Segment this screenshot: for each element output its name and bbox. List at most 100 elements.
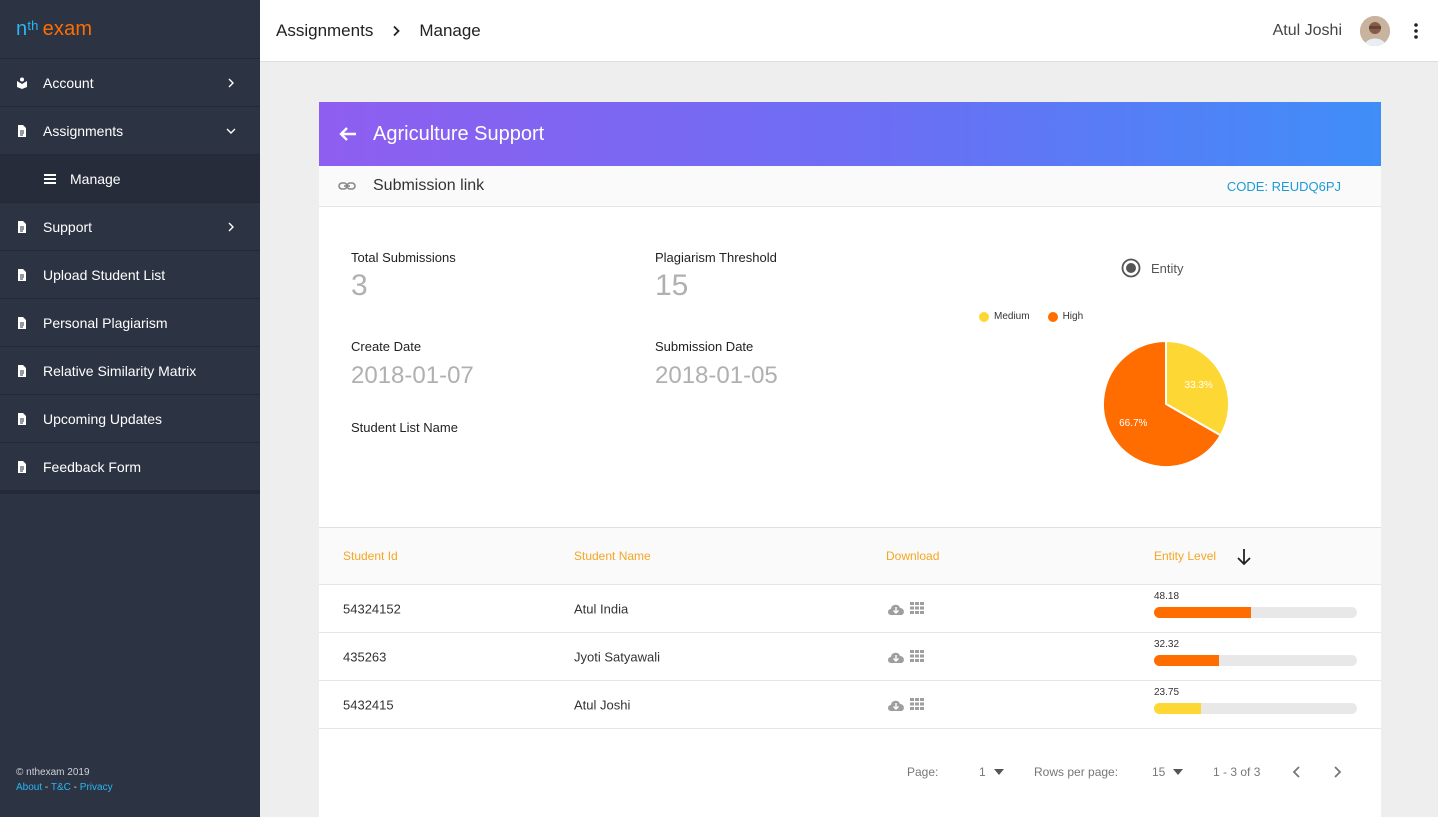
sidebar-item-label: Relative Similarity Matrix bbox=[43, 362, 197, 379]
document-icon bbox=[16, 268, 28, 281]
dropdown-arrow-icon bbox=[993, 769, 1004, 775]
arrow-back-icon[interactable] bbox=[337, 123, 359, 145]
sidebar-item-label: Support bbox=[43, 218, 93, 235]
header-entity-level[interactable]: Entity Level bbox=[1154, 549, 1216, 563]
grid-icon[interactable] bbox=[910, 601, 930, 616]
student-list-field: Student List Name bbox=[351, 420, 458, 435]
sidebar-divider bbox=[0, 490, 260, 494]
chart-legend: Medium High bbox=[979, 311, 1101, 322]
page-select[interactable]: 1 bbox=[979, 765, 1004, 779]
cell-download bbox=[886, 697, 934, 712]
header-student-name[interactable]: Student Name bbox=[574, 549, 651, 563]
list-icon bbox=[44, 173, 56, 185]
sidebar-item-upcoming-updates[interactable]: Upcoming Updates bbox=[0, 394, 260, 442]
user-name: Atul Joshi bbox=[1272, 22, 1342, 39]
cell-student-name: Atul Joshi bbox=[574, 697, 631, 712]
create-date-label: Create Date bbox=[351, 339, 422, 354]
sidebar-item-upload-student-list[interactable]: Upload Student List bbox=[0, 250, 260, 298]
chevron-down-icon bbox=[226, 126, 236, 136]
legend-high[interactable]: High bbox=[1047, 311, 1083, 322]
document-icon bbox=[16, 220, 28, 233]
sidebar-item-label: Upcoming Updates bbox=[43, 410, 163, 427]
sidebar-item-manage[interactable]: Manage bbox=[0, 154, 260, 202]
legend-medium[interactable]: Medium bbox=[979, 311, 1030, 322]
entity-level-bar bbox=[1154, 655, 1357, 666]
user-menu: Atul Joshi bbox=[1273, 0, 1438, 62]
link-icon bbox=[338, 177, 356, 195]
breadcrumb-manage: Manage bbox=[419, 20, 481, 40]
create-date-value: 2018-01-07 bbox=[351, 362, 474, 389]
pagination: Page: 1 Rows per page: 15 1 - 3 of 3 bbox=[319, 752, 1381, 792]
submission-date-field: Submission Date 2018-01-05 bbox=[655, 339, 778, 390]
rows-per-page-value: 15 bbox=[1152, 765, 1166, 779]
assignment-code: CODE: REUDQ6PJ bbox=[1226, 178, 1341, 194]
privacy-link[interactable]: Privacy bbox=[80, 782, 113, 793]
grid-icon[interactable] bbox=[910, 697, 930, 712]
pie-chart: 33.3% 66.7% bbox=[1102, 339, 1230, 468]
sidebar-item-label: Account bbox=[43, 74, 94, 91]
sidebar-item-label: Personal Plagiarism bbox=[43, 314, 168, 331]
page-range: 1 - 3 of 3 bbox=[1213, 765, 1261, 779]
sidebar-item-feedback-form[interactable]: Feedback Form bbox=[0, 442, 260, 490]
about-link[interactable]: About bbox=[16, 782, 42, 793]
logo-th: th bbox=[27, 17, 39, 33]
chevron-right-icon bbox=[1329, 764, 1345, 780]
sidebar-item-label: Manage bbox=[70, 170, 121, 187]
footer-separator: - bbox=[73, 782, 77, 793]
cell-download bbox=[886, 601, 934, 616]
entity-level-bar bbox=[1154, 703, 1357, 714]
submission-date-label: Submission Date bbox=[655, 339, 754, 354]
footer-separator: - bbox=[44, 782, 49, 793]
cell-student-id: 435263 bbox=[343, 649, 387, 664]
sidebar-item-assignments[interactable]: Assignments bbox=[0, 106, 260, 154]
header-download[interactable]: Download bbox=[886, 549, 939, 563]
document-icon bbox=[16, 412, 28, 425]
cloud-download-icon[interactable] bbox=[886, 650, 906, 664]
entity-level-fill bbox=[1154, 655, 1219, 666]
rows-per-page-select[interactable]: 15 bbox=[1152, 765, 1184, 779]
sidebar-item-support[interactable]: Support bbox=[0, 202, 260, 250]
sidebar-item-account[interactable]: Account bbox=[0, 58, 260, 106]
threshold-field: Plagiarism Threshold 15 bbox=[655, 250, 777, 303]
cloud-download-icon[interactable] bbox=[886, 698, 906, 712]
legend-medium-dot bbox=[979, 311, 989, 322]
total-submissions-value: 3 bbox=[351, 269, 368, 302]
cell-student-name: Atul India bbox=[574, 601, 629, 616]
sidebar-footer: © nthexam 2019 About - T&C - Privacy bbox=[16, 765, 113, 795]
tc-link[interactable]: T&C bbox=[51, 782, 71, 793]
cell-student-id: 54324152 bbox=[343, 601, 401, 616]
assignment-info: Total Submissions 3 Plagiarism Threshold… bbox=[319, 207, 1381, 528]
pie-label-medium: 33.3% bbox=[1185, 380, 1213, 391]
next-page-button[interactable] bbox=[1329, 764, 1345, 780]
entity-level-fill bbox=[1154, 607, 1252, 618]
table-row[interactable]: 5432415 Atul Joshi 23.75 bbox=[319, 681, 1381, 729]
avatar[interactable] bbox=[1360, 16, 1390, 46]
chevron-right-icon bbox=[226, 222, 236, 232]
cell-download bbox=[886, 649, 934, 664]
table-row[interactable]: 54324152 Atul India 48.18 bbox=[319, 585, 1381, 633]
breadcrumb-assignments[interactable]: Assignments bbox=[276, 21, 373, 41]
cell-student-name: Jyoti Satyawali bbox=[574, 649, 660, 664]
sidebar-item-personal-plagiarism[interactable]: Personal Plagiarism bbox=[0, 298, 260, 346]
entity-level-fill bbox=[1154, 703, 1201, 714]
grid-icon[interactable] bbox=[910, 649, 930, 664]
table-row[interactable]: 435263 Jyoti Satyawali 32.32 bbox=[319, 633, 1381, 681]
radio-checked-icon[interactable] bbox=[1121, 258, 1141, 278]
entity-level: 32.32 bbox=[1154, 639, 1357, 666]
logo[interactable]: n th exam bbox=[0, 0, 260, 58]
entity-radio[interactable]: Entity bbox=[1121, 258, 1184, 278]
sidebar-item-label: Assignments bbox=[43, 122, 124, 139]
prev-page-button[interactable] bbox=[1289, 764, 1305, 780]
cloud-download-icon[interactable] bbox=[886, 602, 906, 616]
legend-medium-label: Medium bbox=[994, 311, 1030, 322]
more-vert-icon[interactable] bbox=[1406, 21, 1426, 41]
sidebar-item-relative-similarity-matrix[interactable]: Relative Similarity Matrix bbox=[0, 346, 260, 394]
logo-exam: exam bbox=[42, 17, 93, 40]
submission-link-label[interactable]: Submission link bbox=[373, 177, 484, 195]
arrow-down-icon[interactable] bbox=[1236, 548, 1252, 566]
submission-link-bar[interactable]: Submission link CODE: REUDQ6PJ bbox=[319, 166, 1381, 207]
header-student-id[interactable]: Student Id bbox=[343, 549, 398, 563]
document-icon bbox=[16, 364, 28, 377]
pie-label-high: 66.7% bbox=[1119, 418, 1147, 429]
breadcrumb: Assignments Manage bbox=[260, 21, 481, 41]
